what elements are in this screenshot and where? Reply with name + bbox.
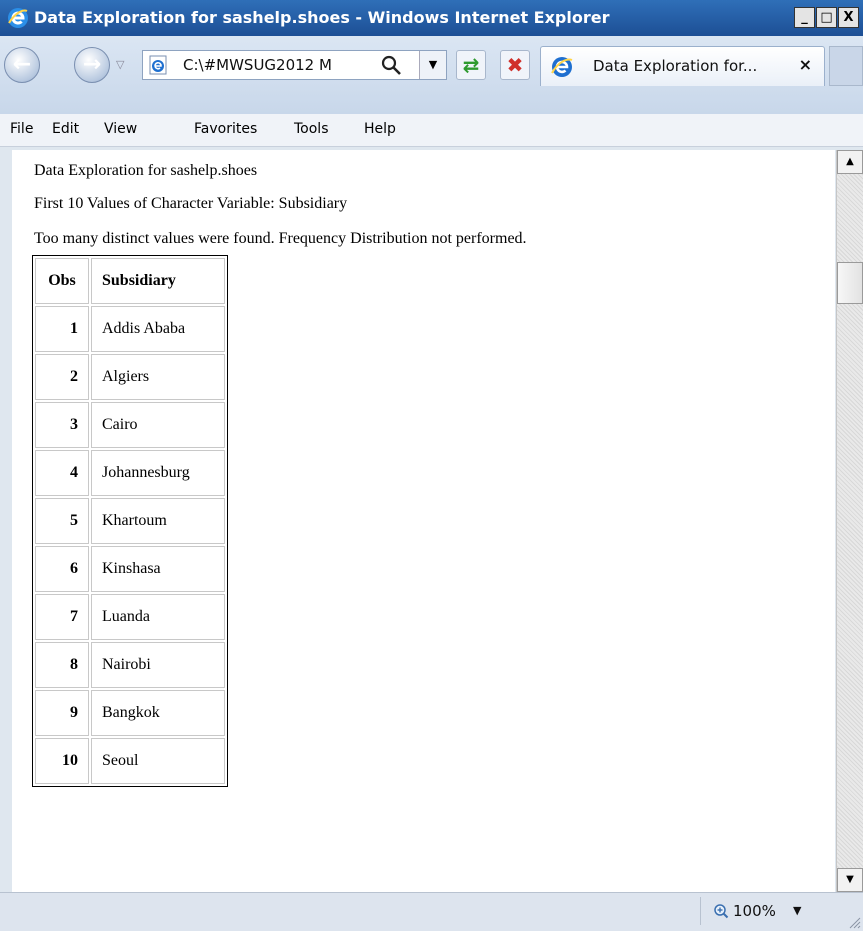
vertical-scrollbar[interactable]: ▲ ▼: [836, 150, 863, 892]
ie-logo-icon: [8, 8, 28, 28]
address-url[interactable]: C:\#MWSUG2012 M: [183, 56, 373, 74]
navigation-toolbar: ← → ▽ C:\#MWSUG2012 M ▼ ⇄ ✖ Data Explora…: [0, 36, 863, 115]
menu-bar: File Edit View Favorites Tools Help: [0, 114, 863, 147]
table-row: 10 Seoul: [35, 738, 225, 784]
subsidiary-cell: Addis Ababa: [91, 306, 225, 352]
obs-cell: 1: [35, 306, 89, 352]
table-row: 6 Kinshasa: [35, 546, 225, 592]
tab-data-exploration[interactable]: Data Exploration for... ×: [540, 46, 825, 86]
obs-cell: 5: [35, 498, 89, 544]
window-title: Data Exploration for sashelp.shoes - Win…: [34, 8, 610, 27]
minimize-button[interactable]: _: [794, 7, 815, 28]
address-dropdown-icon[interactable]: ▼: [419, 51, 446, 79]
menu-favorites[interactable]: Favorites: [194, 121, 257, 137]
address-bar[interactable]: C:\#MWSUG2012 M ▼: [142, 50, 447, 80]
subsidiary-cell: Luanda: [91, 594, 225, 640]
refresh-button[interactable]: ⇄: [456, 50, 486, 80]
close-button[interactable]: X: [838, 7, 859, 28]
new-tab-button[interactable]: [829, 46, 863, 86]
subsidiary-cell: Bangkok: [91, 690, 225, 736]
resize-grip-icon[interactable]: [845, 913, 861, 929]
ie-tab-icon: [551, 57, 573, 77]
menu-help[interactable]: Help: [364, 121, 396, 137]
subsidiary-cell: Algiers: [91, 354, 225, 400]
subsidiary-cell: Cairo: [91, 402, 225, 448]
scroll-down-icon[interactable]: ▼: [837, 868, 863, 892]
page-content: Data Exploration for sashelp.shoes First…: [12, 150, 835, 892]
window-title-bar: Data Exploration for sashelp.shoes - Win…: [0, 0, 863, 36]
obs-cell: 2: [35, 354, 89, 400]
tab-close-icon[interactable]: ×: [799, 55, 812, 74]
subsidiary-cell: Kinshasa: [91, 546, 225, 592]
subsidiary-cell: Nairobi: [91, 642, 225, 688]
report-subtitle: First 10 Values of Character Variable: S…: [34, 195, 348, 212]
forward-button[interactable]: →: [74, 47, 110, 83]
zoom-level: 100%: [733, 902, 776, 920]
stop-icon: ✖: [506, 53, 524, 77]
report-note: Too many distinct values were found. Fre…: [34, 230, 527, 247]
maximize-button[interactable]: □: [816, 7, 837, 28]
zoom-dropdown-icon[interactable]: ▼: [793, 904, 801, 917]
table-row: 5 Khartoum: [35, 498, 225, 544]
search-icon[interactable]: [379, 53, 403, 77]
tab-title: Data Exploration for...: [593, 57, 758, 75]
column-header-subsidiary: Subsidiary: [91, 258, 225, 304]
forward-icon: →: [82, 52, 102, 77]
table-row: 1 Addis Ababa: [35, 306, 225, 352]
zoom-icon: [714, 904, 729, 919]
obs-cell: 4: [35, 450, 89, 496]
refresh-icon: ⇄: [462, 53, 480, 77]
table-row: 2 Algiers: [35, 354, 225, 400]
history-dropdown-icon[interactable]: ▽: [116, 58, 124, 71]
menu-view[interactable]: View: [104, 121, 137, 137]
scroll-up-icon[interactable]: ▲: [837, 150, 863, 174]
status-bar: 100% ▼: [0, 892, 863, 931]
obs-cell: 3: [35, 402, 89, 448]
menu-edit[interactable]: Edit: [52, 121, 79, 137]
report-title: Data Exploration for sashelp.shoes: [34, 162, 258, 179]
obs-cell: 9: [35, 690, 89, 736]
column-header-obs: Obs: [35, 258, 89, 304]
page-icon: [149, 55, 167, 75]
subsidiary-table: Obs Subsidiary 1 Addis Ababa 2 Algiers 3…: [32, 255, 228, 787]
subsidiary-cell: Johannesburg: [91, 450, 225, 496]
obs-cell: 7: [35, 594, 89, 640]
stop-button[interactable]: ✖: [500, 50, 530, 80]
menu-tools[interactable]: Tools: [294, 121, 329, 137]
scroll-thumb[interactable]: [837, 262, 863, 304]
table-row: 9 Bangkok: [35, 690, 225, 736]
table-row: 8 Nairobi: [35, 642, 225, 688]
back-icon: ←: [12, 52, 32, 77]
back-button[interactable]: ←: [4, 47, 40, 83]
zoom-control[interactable]: 100% ▼: [700, 897, 811, 925]
menu-file[interactable]: File: [10, 121, 33, 137]
table-header-row: Obs Subsidiary: [35, 258, 225, 304]
subsidiary-cell: Seoul: [91, 738, 225, 784]
table-row: 3 Cairo: [35, 402, 225, 448]
obs-cell: 6: [35, 546, 89, 592]
subsidiary-cell: Khartoum: [91, 498, 225, 544]
table-row: 4 Johannesburg: [35, 450, 225, 496]
obs-cell: 8: [35, 642, 89, 688]
table-row: 7 Luanda: [35, 594, 225, 640]
obs-cell: 10: [35, 738, 89, 784]
